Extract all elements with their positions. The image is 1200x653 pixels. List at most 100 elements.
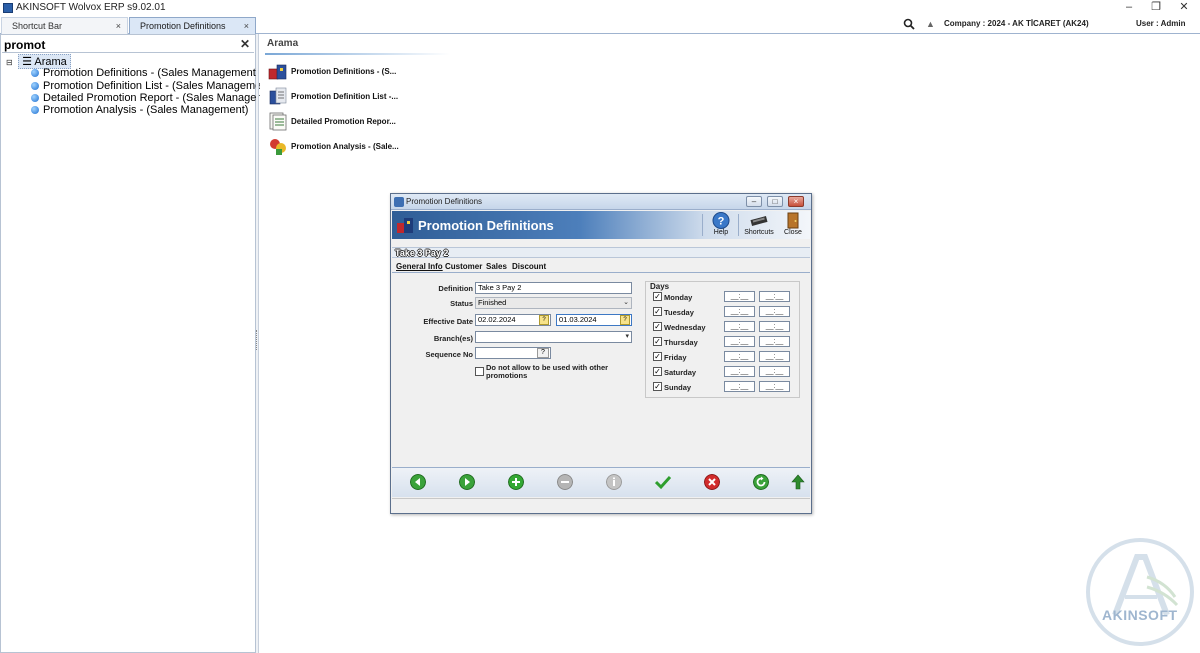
splitter-grip[interactable] (256, 330, 259, 350)
promotion-list-icon (269, 87, 287, 105)
monday-start-time[interactable]: __:__ (724, 291, 755, 302)
friday-end-time[interactable]: __:__ (759, 351, 790, 362)
restore-button[interactable]: ❐ (1149, 1, 1163, 14)
dialog-maximize-button[interactable]: □ (767, 196, 783, 207)
item-bullet-icon (31, 82, 39, 90)
svg-text:?: ? (718, 216, 725, 228)
saturday-start-time[interactable]: __:__ (724, 366, 755, 377)
tree-root-arama[interactable]: ⊟ ☰ Arama (6, 54, 71, 69)
tab-label: Promotion Definitions (140, 21, 226, 31)
tuesday-end-time[interactable]: __:__ (759, 306, 790, 317)
tab-discount[interactable]: Discount (512, 262, 546, 271)
delete-record-icon[interactable] (557, 474, 573, 490)
calendar-icon[interactable]: ? (539, 315, 549, 325)
search-icon[interactable] (903, 18, 915, 30)
friday-checkbox[interactable]: ✓ (653, 352, 662, 361)
monday-checkbox[interactable]: ✓ (653, 292, 662, 301)
help-button[interactable]: ? Help (708, 211, 734, 239)
add-record-icon[interactable] (508, 474, 524, 490)
banner-title: Promotion Definitions (418, 218, 554, 233)
akinsoft-logo (1086, 538, 1194, 646)
tree-item[interactable]: Promotion Analysis - (Sales Management) (31, 104, 248, 117)
sequence-no-field[interactable]: ? (475, 347, 551, 359)
calendar-icon[interactable]: ? (620, 315, 630, 325)
tab-sales[interactable]: Sales (486, 262, 507, 271)
tab-close-icon[interactable]: × (116, 18, 121, 34)
saturday-checkbox[interactable]: ✓ (653, 367, 662, 376)
minimize-button[interactable]: – (1122, 1, 1136, 14)
tuesday-label: Tuesday (664, 308, 694, 317)
end-date-field[interactable]: 01.03.2024 ? (556, 314, 632, 326)
saturday-end-time[interactable]: __:__ (759, 366, 790, 377)
next-record-icon[interactable] (459, 474, 475, 490)
keyboard-icon (750, 216, 768, 226)
close-button[interactable]: Close (780, 211, 806, 239)
item-bullet-icon (31, 106, 39, 114)
friday-label: Friday (664, 353, 687, 362)
tab-label: Shortcut Bar (12, 21, 63, 31)
sequence-lookup-button[interactable]: ? (537, 348, 549, 358)
no-other-promotions-checkbox[interactable] (475, 367, 484, 376)
status-value: Finished (478, 298, 507, 307)
collapse-icon[interactable]: ⊟ (6, 58, 15, 67)
dialog-minimize-button[interactable]: – (746, 196, 762, 207)
shortcuts-button[interactable]: Shortcuts (742, 211, 776, 239)
wednesday-label: Wednesday (664, 323, 706, 332)
dialog-titlebar[interactable]: Promotion Definitions – □ × (391, 194, 811, 210)
wednesday-checkbox[interactable]: ✓ (653, 322, 662, 331)
search-sidebar: ✕ ⊟ ☰ Arama Promotion Definitions - (Sal… (0, 34, 285, 653)
sunday-checkbox[interactable]: ✓ (653, 382, 662, 391)
monday-end-time[interactable]: __:__ (759, 291, 790, 302)
branches-select[interactable]: ▾ (475, 331, 632, 343)
door-icon (787, 212, 799, 229)
tab-promotion-definitions[interactable]: Promotion Definitions × (129, 17, 256, 34)
info-icon[interactable] (606, 474, 622, 490)
thursday-checkbox[interactable]: ✓ (653, 337, 662, 346)
refresh-icon[interactable] (753, 474, 769, 490)
previous-record-icon[interactable] (410, 474, 426, 490)
tab-shortcut-bar[interactable]: Shortcut Bar × (1, 17, 128, 34)
thursday-start-time[interactable]: __:__ (724, 336, 755, 347)
results-header-underline (265, 53, 450, 55)
status-label: Status (450, 299, 473, 308)
tab-general-info[interactable]: General Info (396, 262, 443, 271)
clear-search-icon[interactable]: ✕ (240, 37, 250, 51)
tuesday-checkbox[interactable]: ✓ (653, 307, 662, 316)
wednesday-end-time[interactable]: __:__ (759, 321, 790, 332)
sidebar-search-input[interactable] (4, 37, 234, 52)
sidebar-search: ✕ (2, 36, 254, 53)
record-title-strip: Take 3 Pay 2 (392, 247, 810, 258)
toolbar-separator (702, 214, 703, 236)
start-date-field[interactable]: 02.02.2024 ? (475, 314, 551, 326)
effective-date-label: Effective Date (423, 317, 473, 326)
thursday-end-time[interactable]: __:__ (759, 336, 790, 347)
tree-item[interactable]: Promotion Definitions - (Sales Managemen… (31, 67, 259, 80)
dropdown-arrow-icon: ▾ (625, 333, 629, 340)
company-info: Company : 2024 - AK TİCARET (AK24) (944, 19, 1089, 28)
tab-customer[interactable]: Customer (445, 262, 482, 271)
status-select[interactable]: Finished ⌄ (475, 297, 632, 309)
promotion-gift-icon (397, 218, 413, 233)
item-bullet-icon (31, 69, 39, 77)
close-window-button[interactable]: ✕ (1177, 1, 1191, 14)
cancel-icon[interactable] (704, 474, 720, 490)
sunday-start-time[interactable]: __:__ (724, 381, 755, 392)
results-header: Arama (267, 38, 299, 49)
no-other-promotions-label: Do not allow to be used with other promo… (486, 363, 609, 380)
dialog-close-button[interactable]: × (788, 196, 804, 207)
wednesday-start-time[interactable]: __:__ (724, 321, 755, 332)
tab-close-icon[interactable]: × (244, 18, 249, 34)
definition-field[interactable]: Take 3 Pay 2 (475, 282, 632, 294)
help-icon: ? (712, 212, 730, 229)
save-check-icon[interactable] (655, 474, 671, 490)
notification-icon[interactable]: ▲ (926, 19, 935, 29)
up-arrow-icon[interactable] (790, 474, 806, 490)
dialog-status-bar (392, 498, 810, 512)
app-titlebar: AKINSOFT Wolvox ERP s9.02.01 – ❐ ✕ (0, 0, 1200, 16)
sunday-end-time[interactable]: __:__ (759, 381, 790, 392)
dialog-app-icon (394, 197, 404, 207)
watermark-text: AKINSOFT (1102, 607, 1178, 623)
friday-start-time[interactable]: __:__ (724, 351, 755, 362)
report-icon (269, 112, 287, 131)
tuesday-start-time[interactable]: __:__ (724, 306, 755, 317)
